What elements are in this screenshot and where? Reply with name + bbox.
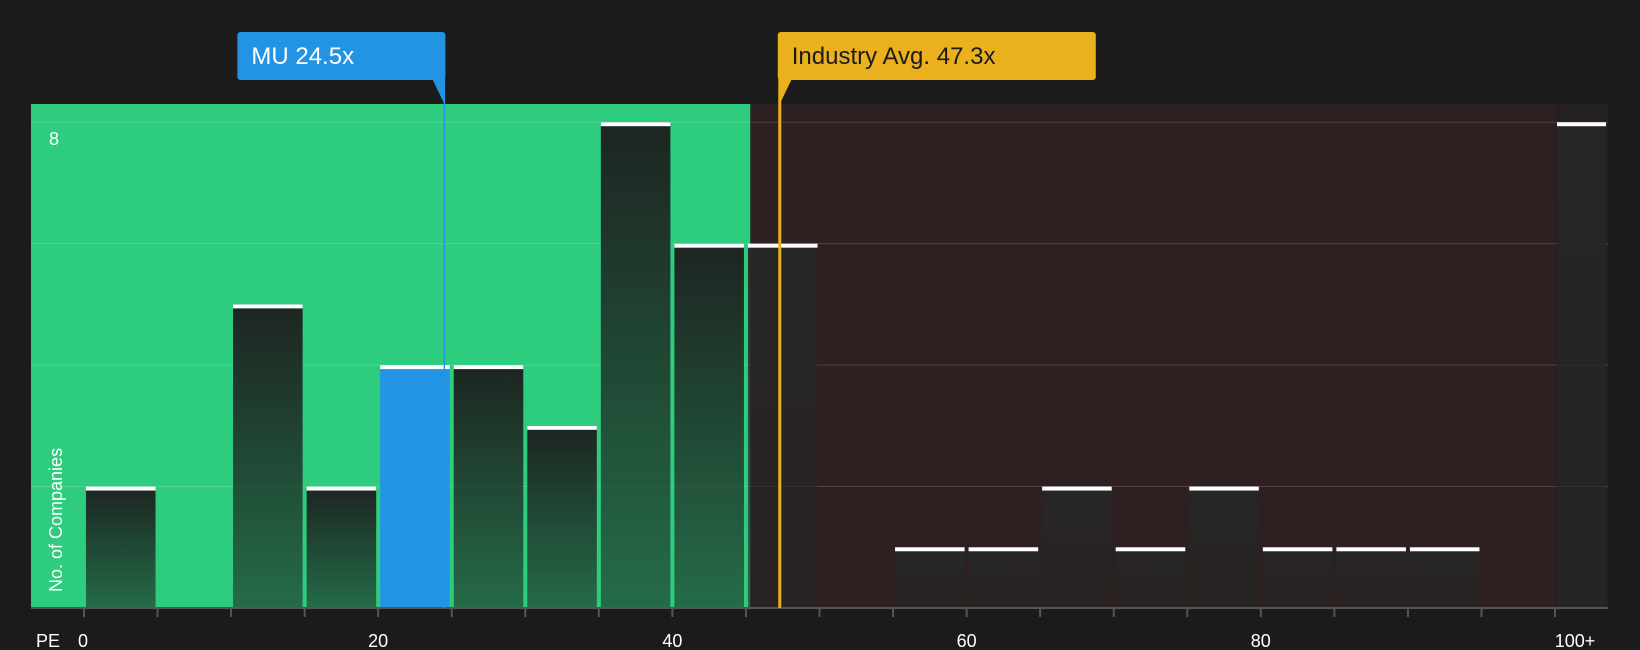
bar-100-103.6	[1557, 122, 1606, 609]
bar-35-40	[600, 122, 671, 609]
x-tick-label-40: 40	[662, 631, 682, 650]
x-tick-label-20: 20	[368, 631, 388, 650]
bar-cap-75-80	[1189, 486, 1259, 491]
bar-70-75	[1115, 547, 1186, 608]
bar-0-5	[85, 486, 156, 608]
bar-cap-80-85	[1262, 547, 1333, 552]
bar-55-60	[895, 547, 965, 608]
x-axis-title: PE	[36, 631, 60, 650]
marker-callout-label-0: MU 24.5x	[251, 43, 354, 70]
bar-40-45	[674, 243, 744, 608]
x-tick-label-0: 0	[78, 631, 88, 650]
bar-cap-30-35	[527, 425, 597, 430]
bar-cap-100-103.6	[1557, 122, 1606, 127]
bar-15-20	[306, 486, 377, 608]
bar-cap-25-30	[453, 365, 524, 370]
bar-10-15	[233, 304, 303, 608]
bar-cap-15-20	[306, 486, 377, 491]
marker-callout-label-1: Industry Avg. 47.3x	[792, 43, 996, 70]
bar-cap-45-50	[747, 243, 818, 248]
bar-cap-65-70	[1042, 486, 1112, 491]
bar-25-30	[453, 365, 524, 608]
bar-75-80	[1189, 486, 1259, 608]
marker-callout-pointer-0	[432, 79, 445, 104]
bar-cap-70-75	[1115, 547, 1186, 552]
bar-85-90	[1336, 547, 1406, 608]
bar-cap-20-25	[380, 365, 450, 370]
marker-callout-pointer-1	[779, 79, 792, 104]
x-tick-label-100+: 100+	[1555, 631, 1596, 650]
shaded-region-1	[750, 104, 1608, 608]
bar-cap-90-95	[1409, 547, 1480, 552]
y-axis-title: No. of Companies	[46, 448, 66, 592]
bar-cap-35-40	[600, 122, 671, 127]
bar-30-35	[527, 425, 597, 608]
bar-90-95	[1409, 547, 1480, 608]
bar-cap-10-15	[233, 304, 303, 309]
bar-cap-60-65	[968, 547, 1039, 552]
x-tick-label-60: 60	[957, 631, 977, 650]
x-tick-label-80: 80	[1251, 631, 1271, 650]
chart-svg: 0 20 40 60 80 100+ 8 MU 24.5x Industry Avg. 47.…	[31, 32, 1608, 650]
bar-60-65	[968, 547, 1039, 608]
bar-cap-40-45	[674, 243, 744, 248]
bar-cap-55-60	[895, 547, 965, 552]
bar-65-70	[1042, 486, 1112, 608]
bar-20-25	[380, 365, 450, 608]
y-tick-label-8: 8	[49, 129, 59, 149]
pe-distribution-chart: 0 20 40 60 80 100+ 8 MU 24.5x Industry Avg. 47.…	[0, 0, 1640, 650]
bar-cap-85-90	[1336, 547, 1406, 552]
bar-45-50	[747, 243, 818, 608]
bar-80-85	[1262, 547, 1333, 608]
bar-cap-0-5	[85, 486, 156, 491]
